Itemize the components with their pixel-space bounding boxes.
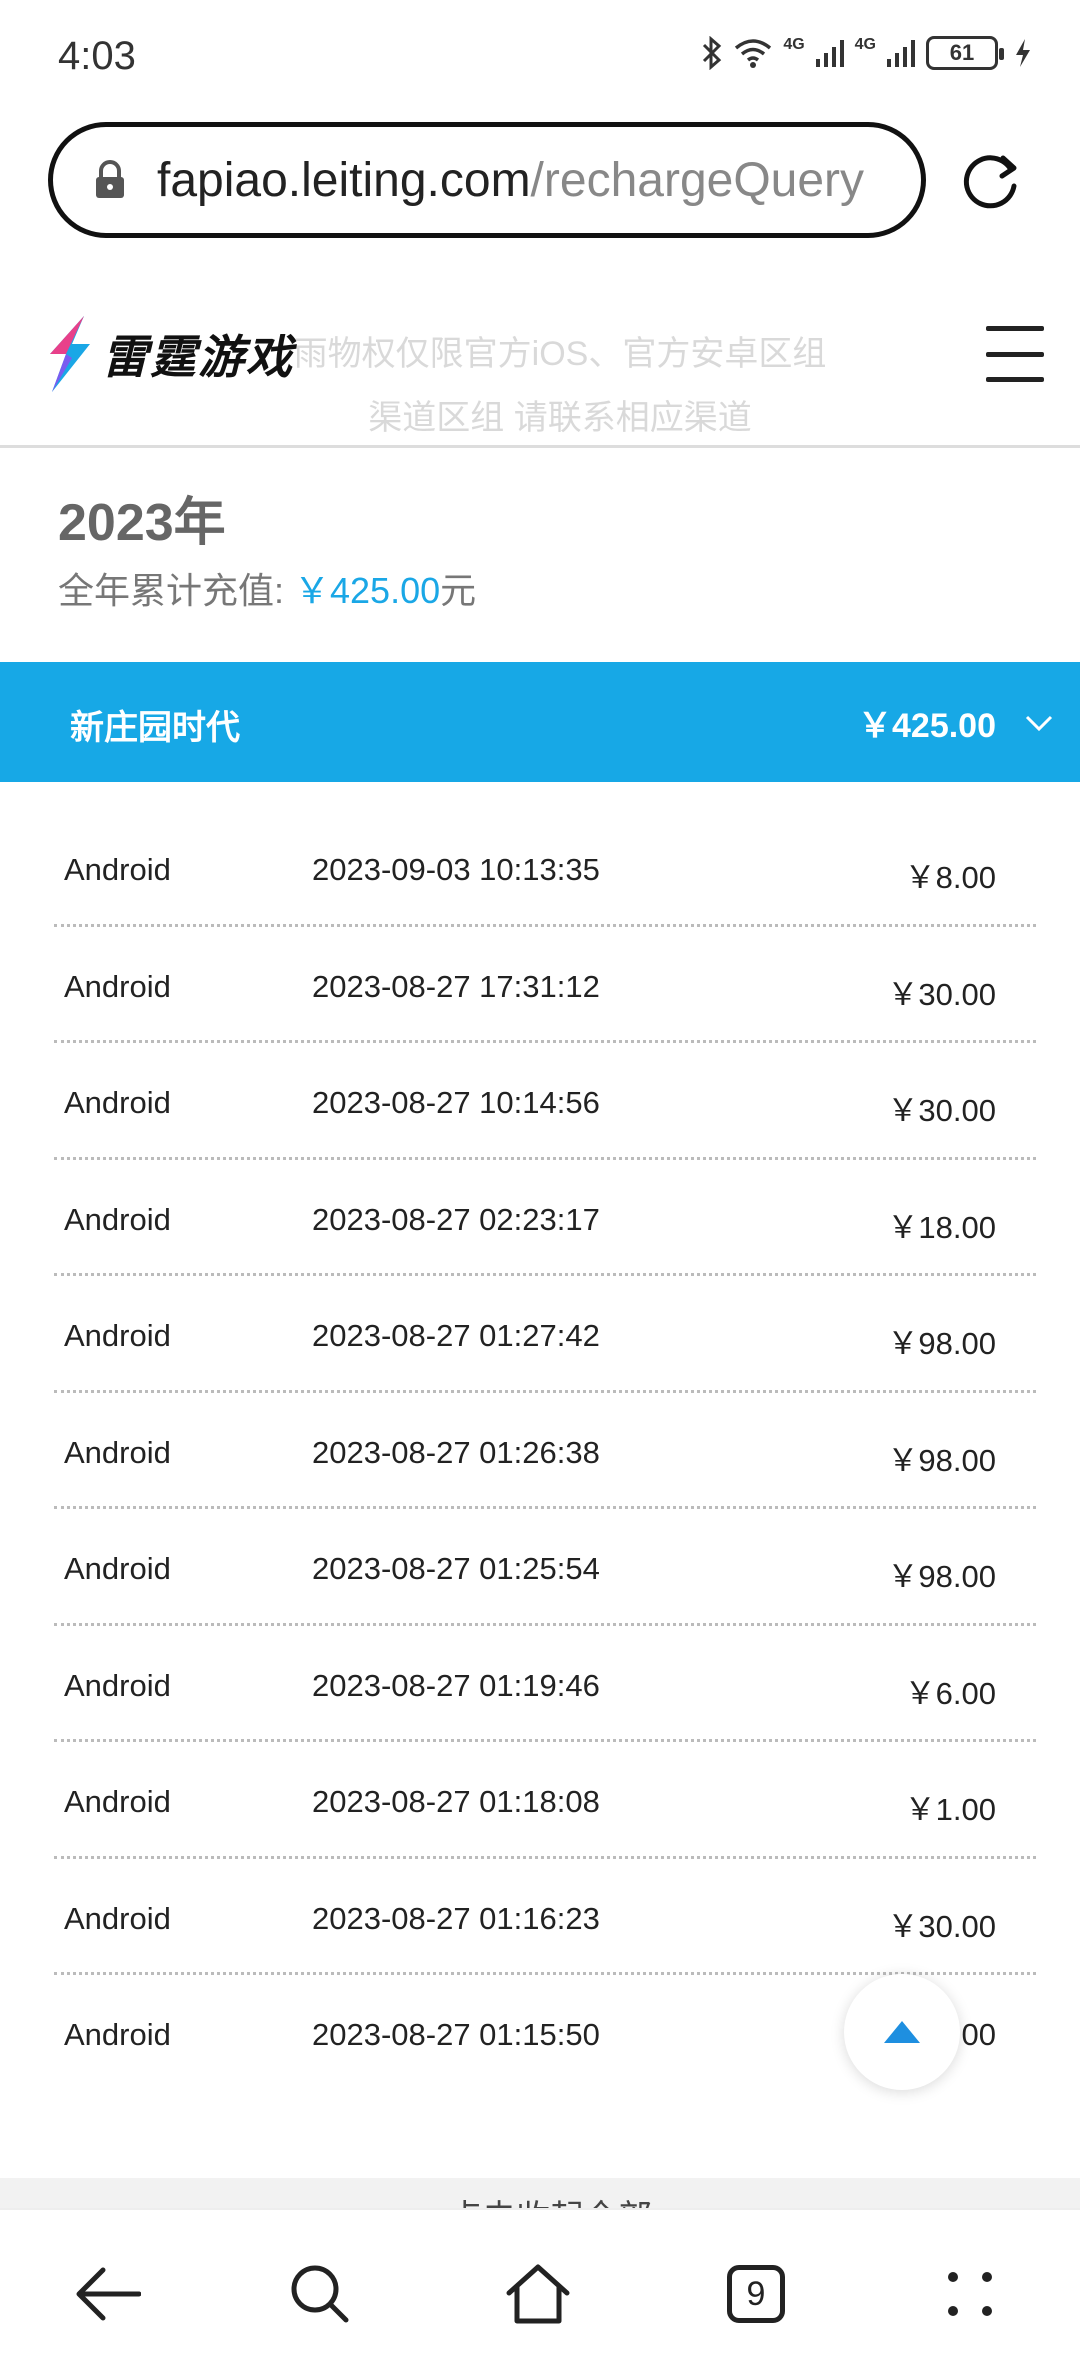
status-time: 4:03 <box>58 34 136 78</box>
browser-bottom-nav: 9 <box>0 2208 1080 2375</box>
game-amount: ￥425.00 <box>858 707 996 745</box>
lightning-logo-icon <box>50 316 90 392</box>
record-amount: ￥98.00 <box>887 1559 996 1594</box>
record-time: 2023-08-27 10:14:56 <box>312 1085 600 1120</box>
faded-notice: 雨物权仅限官方iOS、官方安卓区组 渠道区组 请联系相应渠道 <box>250 322 870 450</box>
record-platform: Android <box>64 1318 171 1353</box>
back-to-top-button[interactable] <box>844 1974 960 2090</box>
record-time: 2023-08-27 01:26:38 <box>312 1434 600 1470</box>
year-total-amount: ￥425.00 <box>294 570 441 611</box>
bluetooth-icon <box>703 36 722 70</box>
recharge-record-row: Android 2023-08-27 02:23:17 ￥18.00 <box>54 1160 1036 1276</box>
record-amount: ￥8.00 <box>904 860 996 895</box>
wifi-icon <box>735 39 772 68</box>
record-amount: ￥18.00 <box>887 1209 996 1245</box>
record-amount: 00 <box>961 2017 996 2052</box>
year-total: 全年累计充值: ￥425.00元 <box>58 562 476 614</box>
record-platform: Android <box>64 1434 171 1470</box>
battery-level: 61 <box>949 40 975 65</box>
record-platform: Android <box>64 968 171 1004</box>
record-platform: Android <box>64 1085 171 1120</box>
record-time: 2023-08-27 02:23:17 <box>312 1201 600 1237</box>
record-time: 2023-08-27 01:27:42 <box>312 1318 600 1353</box>
recharge-record-row: Android 2023-08-27 01:25:54 ￥98.00 <box>54 1509 1036 1626</box>
search-icon <box>291 2265 349 2323</box>
tabs-button[interactable]: 9 <box>716 2254 796 2334</box>
record-time: 2023-09-03 10:13:35 <box>312 852 600 887</box>
more-dots-icon <box>948 2272 992 2316</box>
notice-line-1: 雨物权仅限官方iOS、官方安卓区组 <box>293 335 827 373</box>
status-bar: 4:03 4G 4G 61 <box>0 0 1080 115</box>
record-amount: ￥30.00 <box>887 1093 996 1128</box>
year-title: 2023年 <box>58 494 226 552</box>
url-path: /rechargeQuery <box>530 153 865 207</box>
menu-icon[interactable] <box>986 326 1044 382</box>
tabs-count-icon: 9 <box>727 2265 785 2323</box>
network-label-2: 4G <box>854 36 876 53</box>
recharge-records-list: Android 2023-09-03 10:13:35 ￥8.00 Android 20… <box>54 810 1036 2092</box>
recharge-record-row: Android 2023-08-27 01:26:38 ￥98.00 <box>54 1393 1036 1509</box>
recharge-record-row: Android 2023-08-27 01:27:42 ￥98.00 <box>54 1276 1036 1393</box>
notice-line-2: 渠道区组 请联系相应渠道 <box>368 399 752 437</box>
record-amount: ￥98.00 <box>887 1326 996 1361</box>
charging-icon <box>1016 39 1030 67</box>
url-host: fapiao.leiting.com <box>157 153 531 207</box>
signal-icon-2 <box>887 40 915 67</box>
site-logo[interactable]: 雷霆游戏 <box>40 314 294 394</box>
site-header: 雨物权仅限官方iOS、官方安卓区组 渠道区组 请联系相应渠道 雷霆游戏 <box>0 290 1080 448</box>
home-button[interactable] <box>498 2254 578 2334</box>
record-platform: Android <box>64 2017 171 2052</box>
back-button[interactable] <box>68 2254 148 2334</box>
record-time: 2023-08-27 01:15:50 <box>312 2017 600 2052</box>
back-arrow-icon <box>76 2267 141 2321</box>
address-bar[interactable]: fapiao.leiting.com/rechargeQuery <box>48 122 926 238</box>
record-amount: ￥1.00 <box>904 1792 996 1827</box>
record-platform: Android <box>64 852 171 887</box>
home-icon <box>506 2264 570 2324</box>
record-amount: ￥30.00 <box>887 976 996 1012</box>
recharge-record-row: Android 2023-08-27 17:31:12 ￥30.00 <box>54 927 1036 1043</box>
recharge-record-row: Android 2023-08-27 01:18:08 ￥1.00 <box>54 1742 1036 1859</box>
more-button[interactable] <box>930 2254 1010 2334</box>
record-platform: Android <box>64 1201 171 1237</box>
record-platform: Android <box>64 1551 171 1586</box>
record-amount: ￥98.00 <box>887 1442 996 1478</box>
logo-text: 雷霆游戏 <box>102 331 294 383</box>
tab-count: 9 <box>746 2274 766 2313</box>
battery-icon: 61 <box>926 36 1004 70</box>
record-time: 2023-08-27 01:16:23 <box>312 1900 600 1936</box>
recharge-record-row: Android 2023-08-27 01:16:23 ￥30.00 <box>54 1859 1036 1975</box>
search-button[interactable] <box>280 2254 360 2334</box>
year-total-unit: 元 <box>440 570 477 611</box>
recharge-record-row: Android 2023-09-03 10:13:35 ￥8.00 <box>54 810 1036 927</box>
game-name: 新庄园时代 <box>70 709 240 747</box>
status-icons: 4G 4G 61 <box>701 36 1032 70</box>
lock-icon <box>96 160 124 198</box>
url-text: fapiao.leiting.com/rechargeQuery <box>157 153 864 208</box>
recharge-record-row: Android 2023-08-27 10:14:56 ￥30.00 <box>54 1043 1036 1160</box>
chevron-down-icon <box>1025 715 1053 732</box>
record-time: 2023-08-27 01:18:08 <box>312 1784 600 1819</box>
record-time: 2023-08-27 17:31:12 <box>312 968 600 1004</box>
recharge-record-row: Android 2023-08-27 01:19:46 ￥6.00 <box>54 1626 1036 1742</box>
arrow-up-icon <box>884 2021 920 2043</box>
record-platform: Android <box>64 1900 171 1936</box>
signal-icon-1 <box>815 40 844 67</box>
year-total-label: 全年累计充值: <box>58 570 295 611</box>
record-platform: Android <box>64 1667 171 1703</box>
record-time: 2023-08-27 01:19:46 <box>312 1667 600 1703</box>
reload-icon[interactable] <box>958 148 1024 214</box>
network-label-1: 4G <box>783 36 805 53</box>
record-platform: Android <box>64 1784 171 1819</box>
record-amount: ￥30.00 <box>887 1908 996 1944</box>
game-accordion-header[interactable]: 新庄园时代 ￥425.00 <box>0 662 1080 782</box>
record-amount: ￥6.00 <box>904 1675 996 1711</box>
record-time: 2023-08-27 01:25:54 <box>312 1551 600 1586</box>
